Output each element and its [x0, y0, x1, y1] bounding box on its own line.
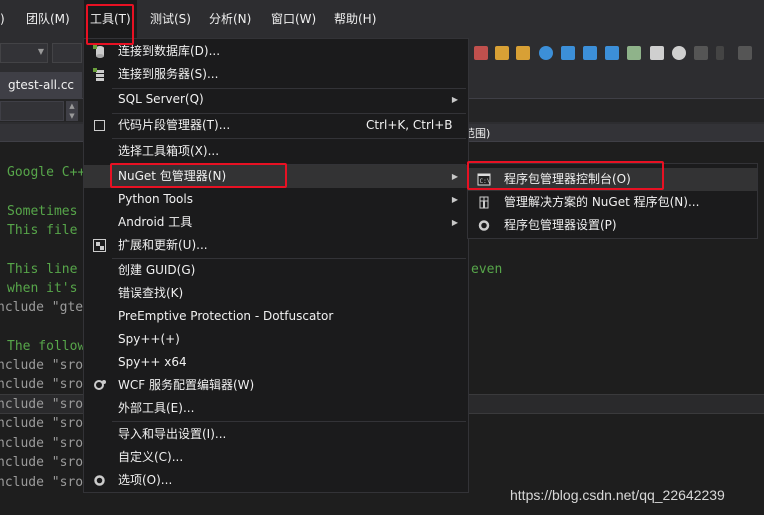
- code-line: The follow: [7, 339, 86, 354]
- spellcheck-icon[interactable]: [627, 46, 641, 60]
- code-line: This file: [7, 223, 78, 238]
- extensions-icon: [93, 239, 106, 252]
- svg-text:C:\: C:\: [480, 178, 491, 185]
- submenu-manage-packages[interactable]: 管理解决方案的 NuGet 程序包(N)...: [468, 191, 757, 214]
- menu-create-guid[interactable]: 创建 GUID(G): [84, 259, 468, 282]
- code-line: nclude "sro: [0, 358, 84, 373]
- menu-connect-server[interactable]: 连接到服务器(S)...: [84, 63, 468, 86]
- wcf-gear-icon: [94, 380, 106, 390]
- platform-combo[interactable]: [52, 43, 82, 63]
- menu-item-analyze[interactable]: 分析(N): [209, 0, 251, 38]
- toggle-icon[interactable]: [672, 46, 686, 60]
- submenu-package-console[interactable]: C:\ 程序包管理器控制台(O): [468, 168, 757, 191]
- code-line: nclude "sro: [0, 455, 84, 470]
- nuget-submenu: C:\ 程序包管理器控制台(O) 管理解决方案的 NuGet 程序包(N)...…: [467, 163, 758, 239]
- menu-bar: ) 团队(M) 工具(T) 测试(S) 分析(N) 窗口(W) 帮助(H): [0, 0, 764, 38]
- menu-choose-toolbox[interactable]: 选择工具箱项(X)...: [84, 140, 468, 163]
- submenu-arrow-icon: ▶: [451, 218, 458, 227]
- code-line: nclude "sro: [0, 475, 84, 490]
- scroll-down-icon[interactable]: ▼: [66, 111, 78, 121]
- arrow-left-icon[interactable]: [561, 46, 575, 60]
- find-icon[interactable]: [516, 46, 530, 60]
- debug-icon[interactable]: [474, 46, 488, 60]
- menu-nuget[interactable]: NuGet 包管理器(N) ▶: [84, 165, 468, 188]
- code-line: Sometimes: [7, 204, 78, 219]
- checkbox-icon: [94, 120, 105, 131]
- menu-connect-database[interactable]: 连接到数据库(D)...: [84, 40, 468, 63]
- menu-item-team[interactable]: 团队(M): [26, 0, 70, 38]
- menu-separator: [112, 138, 466, 139]
- menu-python-tools[interactable]: Python Tools ▶: [84, 188, 468, 211]
- tab-gtest-all[interactable]: gtest-all.cc: [0, 72, 82, 98]
- menu-sql-server[interactable]: SQL Server(Q) ▶: [84, 88, 468, 111]
- menu-code-snippets[interactable]: 代码片段管理器(T)... Ctrl+K, Ctrl+B: [84, 114, 468, 137]
- code-line: Google C++: [7, 165, 86, 180]
- menu-spy-x64[interactable]: Spy++ x64: [84, 351, 468, 374]
- gear-icon: [94, 475, 105, 486]
- overflow-icon[interactable]: [716, 46, 724, 60]
- menu-item-build[interactable]: ): [0, 0, 5, 38]
- project-combo[interactable]: [0, 101, 64, 121]
- folder-icon[interactable]: [495, 46, 509, 60]
- menu-item-window[interactable]: 窗口(W): [271, 0, 316, 38]
- copy-icon[interactable]: [650, 46, 664, 60]
- package-icon: [479, 196, 489, 209]
- menu-android-tools[interactable]: Android 工具 ▶: [84, 211, 468, 234]
- watermark-text: https://blog.csdn.net/qq_22642239: [510, 487, 725, 503]
- menu-import-export[interactable]: 导入和导出设置(I)...: [84, 423, 468, 446]
- menu-options[interactable]: 选项(O)...: [84, 469, 468, 492]
- server-connect-icon: [93, 68, 104, 81]
- menu-extensions[interactable]: 扩展和更新(U)...: [84, 234, 468, 257]
- database-connect-icon: [93, 45, 104, 58]
- settings-gear-icon: [478, 220, 490, 231]
- submenu-package-settings[interactable]: 程序包管理器设置(P): [468, 214, 757, 237]
- tools-menu: 连接到数据库(D)... 连接到服务器(S)... SQL Server(Q) …: [83, 38, 469, 493]
- code-line: nclude "sro: [0, 377, 84, 392]
- code-line: nclude "gte: [0, 300, 84, 315]
- menu-spy[interactable]: Spy++(+): [84, 328, 468, 351]
- submenu-arrow-icon: ▶: [451, 95, 458, 104]
- menu-separator: [112, 421, 466, 422]
- layout-icon[interactable]: [738, 46, 752, 60]
- menu-dotfuscator[interactable]: PreEmptive Protection - Dotfuscator: [84, 305, 468, 328]
- config-combo[interactable]: ▼: [0, 43, 48, 63]
- menu-wcf-editor[interactable]: WCF 服务配置编辑器(W): [84, 374, 468, 397]
- code-line: when it's: [7, 281, 78, 296]
- code-line: nclude "sro: [0, 416, 84, 431]
- scroll-up-icon[interactable]: ▲: [66, 101, 78, 111]
- menu-item-tools[interactable]: 工具(T): [84, 0, 137, 38]
- menu-item-test[interactable]: 测试(S): [150, 0, 191, 38]
- console-icon: C:\: [477, 173, 491, 186]
- submenu-arrow-icon: ▶: [451, 195, 458, 204]
- code-line: nclude "sro: [0, 397, 84, 412]
- align-icon[interactable]: [694, 46, 708, 60]
- arrow-right-icon[interactable]: [583, 46, 597, 60]
- menu-external-tools[interactable]: 外部工具(E)...: [84, 397, 468, 420]
- search-icon[interactable]: [539, 46, 553, 60]
- code-line-fragment: even: [471, 262, 503, 277]
- menu-customize[interactable]: 自定义(C)...: [84, 446, 468, 469]
- menu-item-help[interactable]: 帮助(H): [334, 0, 376, 38]
- code-line: nclude "sro: [0, 436, 84, 451]
- submenu-arrow-icon: ▶: [451, 172, 458, 181]
- chevron-down-icon: ▼: [37, 47, 44, 56]
- menu-error-lookup[interactable]: 错误查找(K): [84, 282, 468, 305]
- code-line: This line: [7, 262, 78, 277]
- arrow-down-icon[interactable]: [605, 46, 619, 60]
